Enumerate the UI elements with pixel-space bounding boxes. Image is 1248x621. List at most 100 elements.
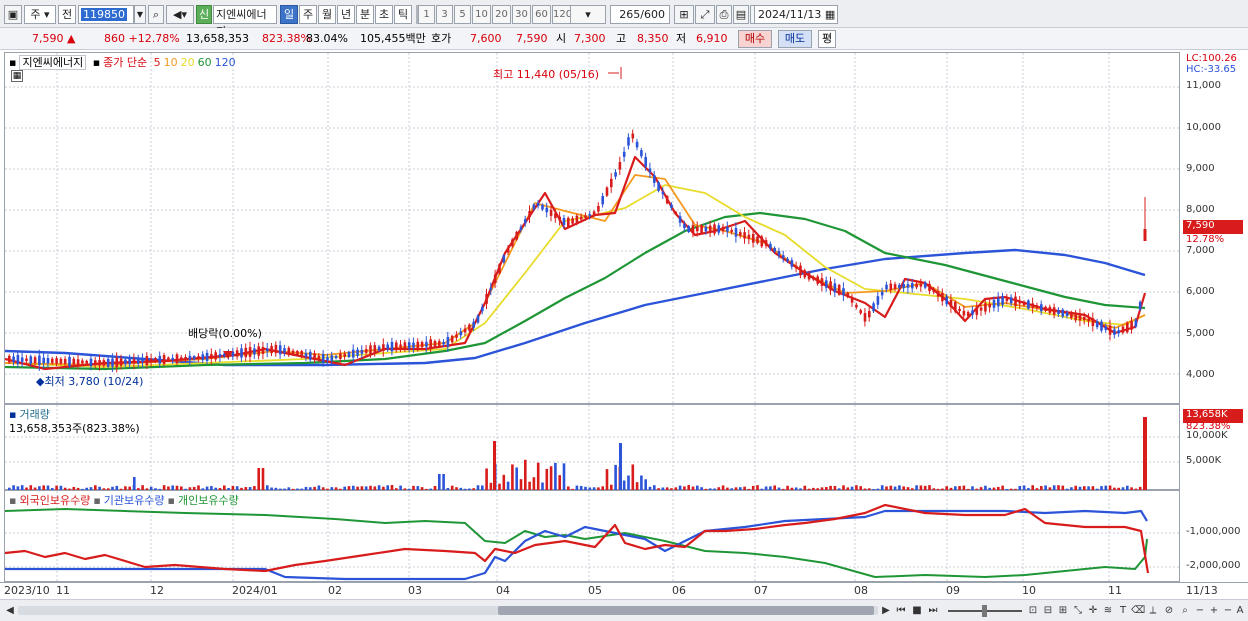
candle-body [721,226,725,232]
period-tab[interactable]: 월 [318,5,336,24]
draw-tool-icon[interactable]: ⤢ [695,5,715,24]
scroll-thumb[interactable] [498,606,874,615]
chart-type-icon[interactable]: ⊞ [1056,603,1070,618]
candle-body [218,354,222,357]
search-icon[interactable]: ⌕ [148,5,164,24]
x-axis-label: 10 [1022,584,1036,597]
zoom-slider-handle[interactable] [982,605,987,617]
candle-body [923,282,927,288]
ma-legend-item[interactable]: 20 [181,56,195,69]
candle-body [751,234,755,243]
stock-name-field[interactable]: 지엔씨에너지 [213,5,277,38]
holdings-legend-item[interactable]: 외국인보유수량 [19,494,90,507]
ma-legend-item[interactable]: 60 [198,56,212,69]
bar-count-input[interactable]: 265/600 [610,5,670,24]
chart-grid-icon[interactable]: ▦ [11,70,23,82]
interval-tab[interactable]: 60 [532,5,551,24]
candle-body [416,341,420,349]
interval-tab[interactable]: 1 [418,5,435,24]
candle-body [1044,306,1047,311]
candle-body [794,265,798,269]
last-price-pct: 12.78% [1186,234,1225,245]
candle-body [592,211,596,217]
save-icon[interactable]: ▤ [733,5,749,24]
date-input[interactable]: 2024/11/13 ▦ [754,5,838,24]
chart-menu-icon[interactable]: ▣ [4,5,22,24]
indicator-icon[interactable]: ⊞ [674,5,694,24]
x-axis-label: 08 [854,584,868,597]
buy-button[interactable]: 매수 [738,30,772,48]
holdings-legend-item[interactable]: 기관보유수량 [104,494,165,507]
zoom-in-icon[interactable]: + [1208,603,1220,618]
interval-tab[interactable]: 3 [436,5,453,24]
period-tab[interactable]: 틱 [394,5,412,24]
volume-chart-canvas[interactable] [5,405,1181,491]
period-select[interactable]: 주 ▾ [24,5,56,24]
interval-tab[interactable]: 20 [492,5,511,24]
period-tab[interactable]: 분 [356,5,374,24]
candle-body [889,283,893,290]
holdings-panel[interactable]: ▪ 외국인보유수량 ▪ 기관보유수량 ▪ 개인보유수량 [4,490,1181,583]
holdings-legend-item[interactable]: 개인보유수량 [178,494,239,507]
zoom-icon[interactable]: ⌕ [1178,603,1192,618]
custom-interval-select[interactable]: ▾ [570,5,606,24]
ma-legend-item[interactable]: 5 [154,56,161,69]
price-chart-canvas[interactable] [5,53,1181,405]
period-tab[interactable]: 주 [299,5,317,24]
speaker-icon[interactable]: ◀▾ [166,5,194,24]
interval-tab[interactable]: 30 [512,5,531,24]
ma-legend-item[interactable]: 10 [164,56,178,69]
chart-stock-name[interactable]: 지엔씨에너지 [19,55,87,70]
chart-scrollbar[interactable]: ◀ ▶ ⏮ ■ ⏭ ⊡ ⊟ ⊞ ⤡ ✛ ≋ T ⌫ ⟂ ⊘ ⌕ − + − A [0,599,1248,621]
candle-body [25,358,28,362]
view-mode-icon[interactable]: ⊡ [1026,603,1040,618]
eval-button[interactable]: 평 [818,30,836,48]
period-tab[interactable]: 초 [375,5,393,24]
font-size-icon[interactable]: A [1234,603,1246,618]
candle-body [1121,326,1125,333]
eraser-icon[interactable]: ⌫ [1131,603,1145,618]
scroll-track[interactable] [18,606,878,615]
collapse-icon[interactable]: − [1222,603,1234,618]
candle-body [205,352,209,361]
zoom-out-icon[interactable]: − [1194,603,1206,618]
price-chart-panel[interactable]: ▪ 지엔씨에너지 ▪ 종가 단순 5 10 20 60 120 ▦ 최고 11,440 (0… [4,52,1181,405]
split-view-icon[interactable]: ⊟ [1041,603,1055,618]
text-tool-icon[interactable]: T [1116,603,1130,618]
interval-tab[interactable]: 10 [472,5,491,24]
candle-body [502,255,506,263]
calendar-icon[interactable]: ▦ [825,8,835,21]
volume-bar [554,462,557,490]
crosshair-icon[interactable]: ✛ [1086,603,1100,618]
zoom-slider-track[interactable] [948,605,1022,617]
volume-panel[interactable]: ▪ 거래량 13,658,353주(823.38%) [4,404,1181,491]
fibonacci-icon[interactable]: ≋ [1101,603,1115,618]
scroll-right-icon[interactable]: ▶ [880,603,892,618]
stop-icon[interactable]: ■ [910,603,924,618]
print-icon[interactable]: ⎙ [716,5,732,24]
volume-bar [493,441,496,490]
new-badge[interactable]: 신 [196,5,212,24]
candle-body [1057,310,1060,315]
ma-label[interactable]: 종가 단순 [103,56,147,69]
candle-body [674,211,678,214]
code-dropdown-icon[interactable]: ▼ [134,5,146,24]
jeon-button[interactable]: 전 [58,5,76,24]
scroll-left-icon[interactable]: ◀ [4,603,16,618]
stock-code-input[interactable]: 119850 [78,5,134,24]
x-axis-label: 09 [946,584,960,597]
ma-legend-item[interactable]: 120 [215,56,236,69]
candle-body [528,211,531,218]
period-tab[interactable]: 일 [280,5,298,24]
zoom-reset-icon[interactable]: ⊘ [1162,603,1176,618]
last-page-icon[interactable]: ⏭ [926,603,940,618]
sell-button[interactable]: 매도 [778,30,812,48]
candle-body [936,291,940,297]
candle-body [1061,309,1065,317]
candle-body [665,196,669,204]
period-tab[interactable]: 년 [337,5,355,24]
interval-tab[interactable]: 5 [454,5,471,24]
trend-line-icon[interactable]: ⤡ [1071,603,1085,618]
first-page-icon[interactable]: ⏮ [894,603,908,618]
ruler-icon[interactable]: ⟂ [1146,603,1160,618]
